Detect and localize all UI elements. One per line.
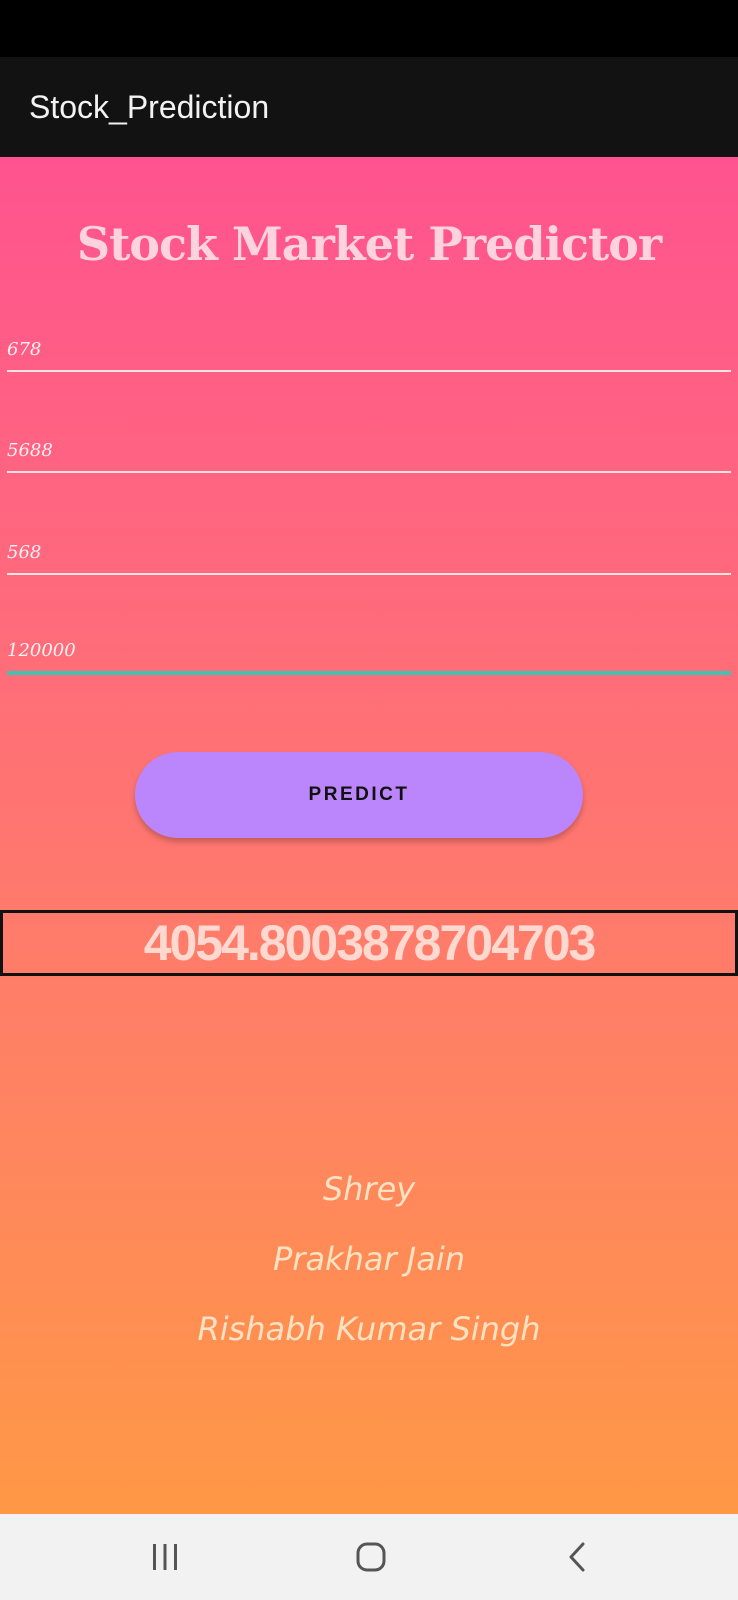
app-bar: Stock_Prediction: [0, 57, 738, 157]
input-field-4[interactable]: 120000: [7, 625, 731, 675]
back-icon: [569, 1542, 585, 1572]
page-title: Stock Market Predictor: [76, 217, 662, 271]
main-content: Stock Market Predictor 678 5688 568 1200…: [0, 157, 738, 1514]
input-field-1[interactable]: 678: [7, 322, 731, 372]
input-field-3[interactable]: 568: [7, 525, 731, 575]
input-field-2-value: 5688: [7, 440, 53, 461]
recent-apps-button[interactable]: [115, 1514, 215, 1600]
back-button[interactable]: [528, 1514, 628, 1600]
app-title: Stock_Prediction: [29, 88, 270, 125]
prediction-result: 4054.8003878704703: [143, 915, 597, 971]
input-field-3-value: 568: [7, 542, 42, 563]
author-name-1: Shrey: [322, 1170, 416, 1208]
status-bar: [0, 0, 738, 57]
author-name-3: Rishabh Kumar Singh: [197, 1310, 541, 1348]
prediction-result-box: 4054.8003878704703: [0, 910, 738, 976]
author-name-2: Prakhar Jain: [272, 1240, 466, 1278]
navigation-bar: [0, 1514, 738, 1600]
input-field-4-value: 120000: [7, 640, 76, 661]
predict-button[interactable]: PREDICT: [135, 752, 583, 838]
input-field-2[interactable]: 5688: [7, 423, 731, 473]
home-button[interactable]: [321, 1514, 421, 1600]
input-field-1-value: 678: [7, 339, 42, 360]
recent-apps-icon: [153, 1544, 177, 1570]
home-icon: [356, 1542, 386, 1572]
